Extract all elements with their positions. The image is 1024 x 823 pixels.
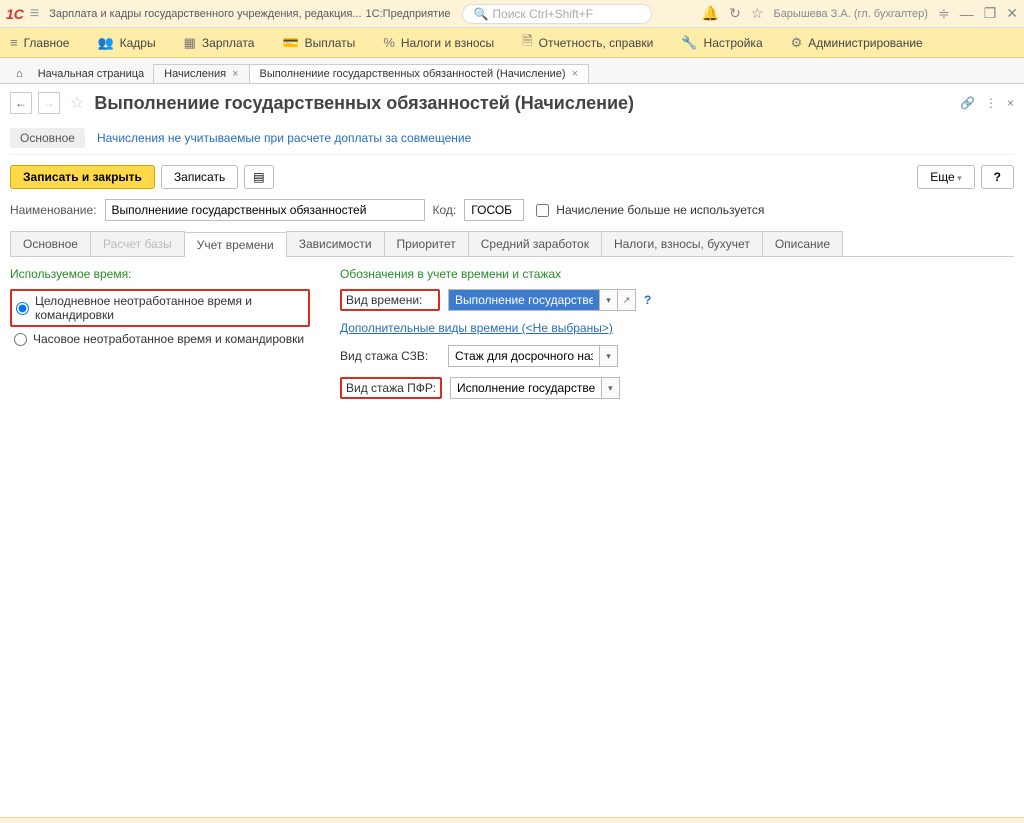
bottom-strip [0,817,1024,823]
name-label: Наименование: [10,203,97,217]
menu-payments[interactable]: 💳Выплаты [282,35,355,51]
dropdown-icon[interactable]: ▾ [599,290,617,310]
menu-settings[interactable]: 🔧Настройка [681,35,762,51]
star-icon[interactable]: ☆ [751,5,764,22]
report-button[interactable]: ▤ [244,165,273,189]
save-close-button[interactable]: Записать и закрыть [10,165,155,189]
app-title: Зарплата и кадры государственного учрежд… [49,8,450,20]
home-icon: ⌂ [16,68,23,80]
back-button[interactable]: ← [10,92,32,114]
name-input[interactable] [105,199,425,221]
subnav-link[interactable]: Начисления не учитываемые при расчете до… [97,131,471,145]
search-input[interactable]: 🔍 Поиск Ctrl+Shift+F [462,4,652,24]
close-page-icon[interactable]: × [1007,96,1014,110]
tab-content: Используемое время: Целодневное неотрабо… [10,257,1014,809]
tab-desc[interactable]: Описание [762,231,843,256]
toolbar: Записать и закрыть Записать ▤ Еще ? [10,155,1014,199]
help-button[interactable]: ? [981,165,1014,189]
radio-hourly[interactable]: Часовое неотработанное время и командиро… [10,329,310,349]
row-time-type: Вид времени: ▾ ↗ ? [340,289,651,311]
subnav-main[interactable]: Основное [10,128,85,148]
unused-checkbox[interactable]: Начисление больше не используется [532,201,764,220]
link-icon[interactable]: 🔗 [960,96,975,110]
combo-pfr[interactable]: ▾ [450,377,620,399]
close-icon[interactable]: × [572,68,578,80]
menu-reports[interactable]: 🗎Отчетность, справки [522,32,653,54]
radio-daily[interactable]: Целодневное неотработанное время и коман… [10,289,310,327]
help-icon[interactable]: ? [644,293,651,307]
page-title: Выполнениие государственных обязанностей… [94,93,634,114]
forward-button[interactable]: → [38,92,60,114]
label-pfr: Вид стажа ПФР: [340,377,442,399]
form-line: Наименование: Код: Начисление больше не … [10,199,1014,231]
wintab-home[interactable]: ⌂ Начальная страница [6,65,154,83]
menu-main[interactable]: ≡Главное [10,35,69,50]
open-icon[interactable]: ↗ [617,290,635,310]
logo-1c: 1C [6,6,24,22]
wintab-current[interactable]: Выполнениие государственных обязанностей… [249,64,590,83]
dropdown-icon[interactable]: ▾ [601,378,619,398]
menu-taxes[interactable]: %Налоги и взносы [383,35,494,50]
tab-time[interactable]: Учет времени [184,232,287,257]
window-tabs: ⌂ Начальная страница Начисления× Выполне… [0,58,1024,84]
tab-base[interactable]: Расчет базы [90,231,185,256]
minimize-icon[interactable]: — [960,6,974,22]
titlebar: 1C ≡ Зарплата и кадры государственного у… [0,0,1024,28]
row-pfr: Вид стажа ПФР: ▾ [340,377,651,399]
more-button[interactable]: Еще [917,165,974,189]
close-icon[interactable]: × [232,68,238,80]
left-section-title: Используемое время: [10,267,310,281]
combo-time-type[interactable]: ▾ ↗ [448,289,636,311]
menu-hr[interactable]: 👥Кадры [97,35,155,51]
tab-priority[interactable]: Приоритет [384,231,469,256]
search-icon: 🔍 [473,7,488,21]
favorite-icon[interactable]: ☆ [70,93,84,113]
maximize-icon[interactable]: ❐ [984,5,997,22]
label-time-type: Вид времени: [340,289,440,311]
page-header: ← → ☆ Выполнениие государственных обязан… [10,92,1014,114]
bell-icon[interactable]: 🔔 [702,5,719,22]
settings-icon[interactable]: ≑ [938,5,950,22]
save-button[interactable]: Записать [161,165,238,189]
row-szv: Вид стажа СЗВ: ▾ [340,345,651,367]
tab-main[interactable]: Основное [10,231,91,256]
kebab-icon[interactable]: ⋮ [985,96,997,110]
dropdown-icon[interactable]: ▾ [599,346,617,366]
combo-szv[interactable]: ▾ [448,345,618,367]
label-szv: Вид стажа СЗВ: [340,349,440,363]
close-icon[interactable]: ✕ [1006,5,1018,22]
tab-avg[interactable]: Средний заработок [468,231,602,256]
tab-taxes[interactable]: Налоги, взносы, бухучет [601,231,763,256]
code-label: Код: [433,203,457,217]
history-icon[interactable]: ↻ [729,5,741,22]
menu-admin[interactable]: ⚙Администрирование [791,35,923,51]
user-label[interactable]: Барышева З.А. (гл. бухгалтер) [773,8,928,20]
right-section-title: Обозначения в учете времени и стажах [340,267,651,281]
code-input[interactable] [464,199,524,221]
hamburger-icon[interactable]: ≡ [30,5,39,23]
tab-deps[interactable]: Зависимости [286,231,385,256]
wintab-accruals[interactable]: Начисления× [153,64,249,83]
main-menu: ≡Главное 👥Кадры ▦Зарплата 💳Выплаты %Нало… [0,28,1024,58]
subnav: Основное Начисления не учитываемые при р… [10,122,1014,155]
link-extra-time[interactable]: Дополнительные виды времени (<Не выбраны… [340,321,613,335]
inner-tabs: Основное Расчет базы Учет времени Зависи… [10,231,1014,257]
menu-salary[interactable]: ▦Зарплата [184,35,255,51]
